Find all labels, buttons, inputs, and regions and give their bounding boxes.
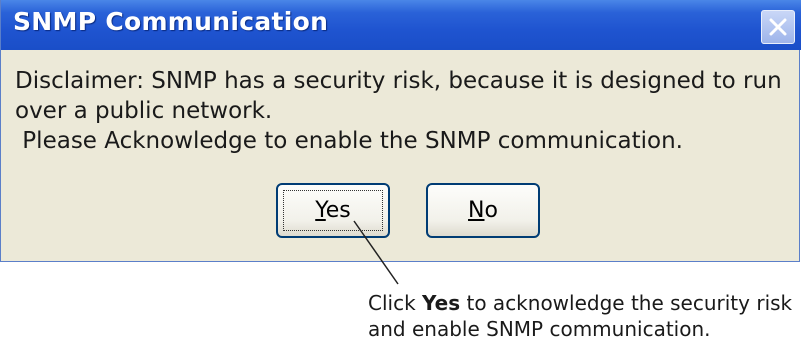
callout-prefix: Click <box>368 291 423 315</box>
callout-emphasis: Yes <box>422 291 461 315</box>
callout-annotation: Click Yes to acknowledge the security ri… <box>368 290 792 342</box>
callout-line-1: Click Yes to acknowledge the security ri… <box>368 290 792 316</box>
callout-suffix: to acknowledge the security risk <box>460 291 793 315</box>
callout-line-2: and enable SNMP communication. <box>368 317 711 341</box>
